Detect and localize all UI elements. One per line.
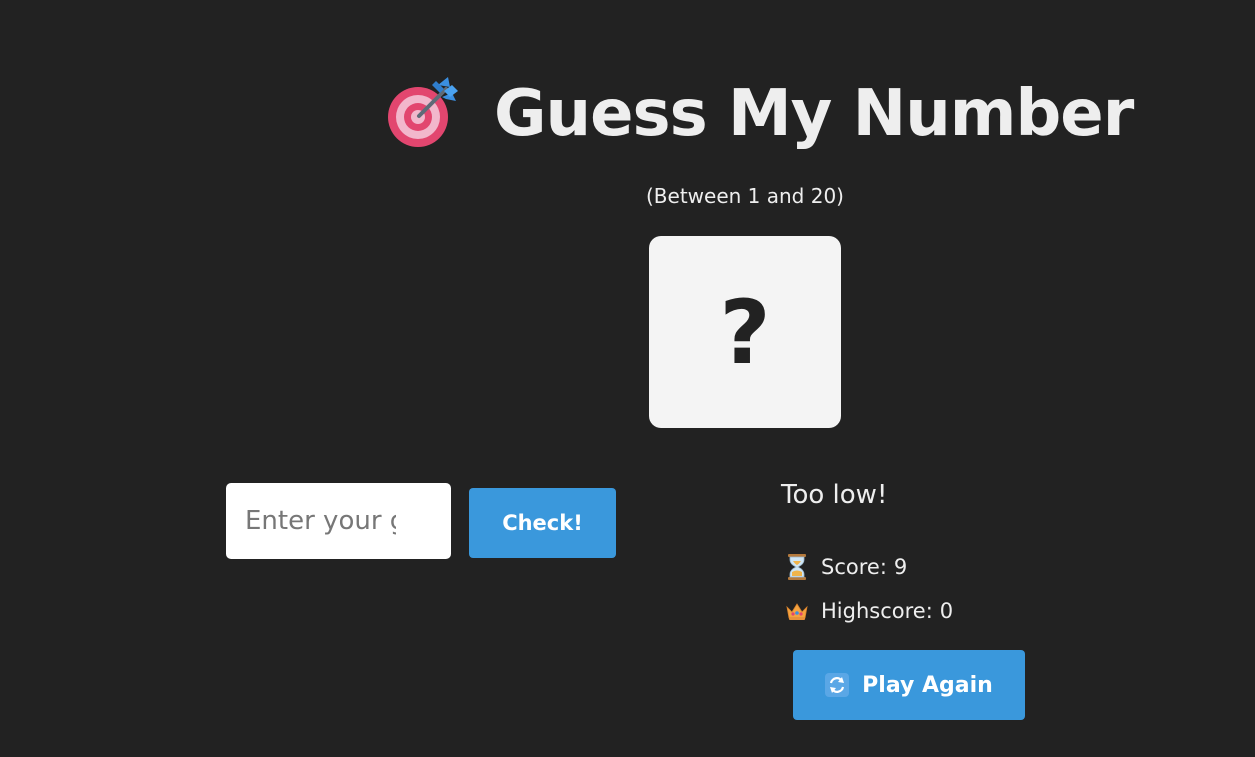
play-again-label: Play Again <box>862 672 993 698</box>
page-title: Guess My Number <box>494 77 1134 151</box>
range-hint-container: (Between 1 and 20) <box>0 184 1255 208</box>
secret-number-box: ? <box>649 236 841 428</box>
range-hint: (Between 1 and 20) <box>646 184 844 208</box>
highscore-row: Highscore: 0 <box>785 598 953 624</box>
header: Guess My Number <box>386 72 1134 156</box>
hourglass-icon <box>785 554 809 580</box>
guess-input[interactable] <box>226 483 451 559</box>
highscore-label: Highscore: <box>821 599 933 623</box>
secret-number: ? <box>719 280 771 384</box>
target-icon <box>386 75 458 153</box>
crown-icon <box>785 598 809 624</box>
score-label: Score: <box>821 555 887 579</box>
score-row: Score: 9 <box>785 554 907 580</box>
check-button[interactable]: Check! <box>469 488 616 558</box>
status-message: Too low! <box>781 480 888 510</box>
play-again-button[interactable]: Play Again <box>793 650 1025 720</box>
refresh-icon <box>825 673 850 697</box>
score-value: 9 <box>893 555 908 579</box>
highscore-value: 0 <box>939 599 954 623</box>
